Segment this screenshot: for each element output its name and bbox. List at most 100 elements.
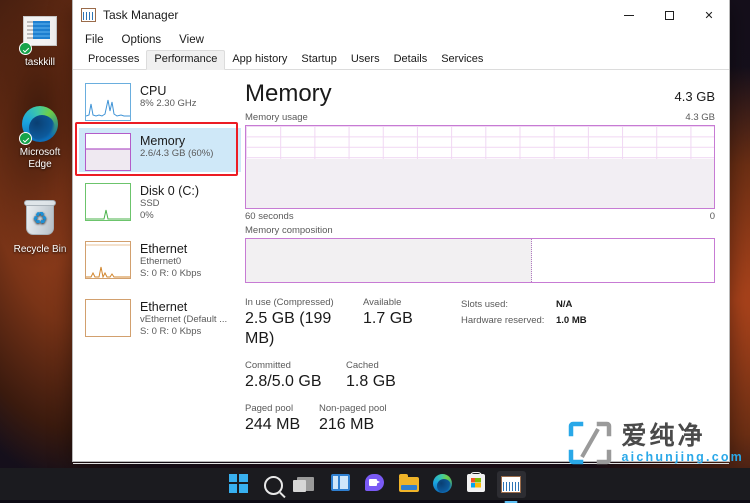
sidebar-item-ethernet-1[interactable]: Ethernet vEthernet (Default ... S: 0 R: … <box>79 294 241 346</box>
page-title: Memory <box>245 80 332 107</box>
stat-label: Slots used: <box>461 299 508 310</box>
stat-value: 1.7 GB <box>363 310 413 327</box>
menu-bar: File Options View <box>73 30 729 50</box>
stat-value: 1.0 MB <box>556 315 587 326</box>
memory-usage-graph <box>245 125 715 209</box>
sidebar-item-sub: vEthernet (Default ... <box>140 314 228 325</box>
document-icon <box>19 16 59 55</box>
memory-stats-left: In use (Compressed) 2.5 GB (199 MB) Avai… <box>245 297 455 446</box>
recycle-bin-icon <box>21 200 59 241</box>
stat-value: 2.8/5.0 GB <box>245 373 322 390</box>
start-button[interactable] <box>228 473 250 495</box>
sidebar-item-sub: 8% 2.30 GHz <box>140 98 197 109</box>
search-button[interactable] <box>263 474 284 495</box>
task-manager-icon <box>500 475 521 493</box>
performance-sidebar: CPU 8% 2.30 GHz Memory 2.6/4.3 GB (60%) <box>73 70 241 463</box>
microsoft-store-button[interactable] <box>466 471 488 495</box>
stat-value: N/A <box>556 299 573 310</box>
menu-item-options[interactable]: Options <box>120 33 164 47</box>
widgets-button[interactable] <box>330 473 352 495</box>
ethernet-mini-graph <box>85 241 131 279</box>
task-manager-button[interactable] <box>496 470 526 498</box>
axis-label-right: 0 <box>709 211 715 222</box>
total-memory-value: 4.3 GB <box>674 89 715 104</box>
edge-button[interactable] <box>432 473 454 495</box>
title-bar[interactable]: Task Manager ✕ <box>73 0 729 30</box>
sidebar-item-sub2: 0% <box>140 209 154 221</box>
memory-usage-fill <box>246 158 714 208</box>
memory-panel: Memory 4.3 GB Memory usage 4.3 GB 60 sec… <box>241 70 729 463</box>
desktop-icon-taskkill[interactable]: taskkill <box>5 12 75 69</box>
sidebar-item-disk-0[interactable]: Disk 0 (C:) SSD 0% <box>79 178 241 230</box>
stat-value: 1.8 GB <box>346 373 396 390</box>
watermark-en: aichunjing.com <box>621 449 744 464</box>
watermark-cn: 爱纯净 <box>621 420 706 450</box>
sidebar-item-sub: SSD <box>140 198 160 209</box>
file-explorer-button[interactable] <box>398 473 420 495</box>
watermark: 爱纯净 aichunjing.com <box>567 420 744 466</box>
window-controls: ✕ <box>609 0 729 30</box>
aichunjing-logo-icon <box>567 420 613 466</box>
tab-details[interactable]: Details <box>387 51 435 69</box>
sidebar-item-ethernet-0[interactable]: Ethernet Ethernet0 S: 0 R: 0 Kbps <box>79 236 241 288</box>
task-view-icon <box>292 476 314 492</box>
cpu-mini-graph <box>85 83 131 121</box>
tab-performance[interactable]: Performance <box>146 50 226 70</box>
minimize-button[interactable] <box>609 0 649 30</box>
task-view-button[interactable] <box>292 474 318 495</box>
stat-value: 216 MB <box>319 416 375 433</box>
maximize-button[interactable] <box>649 0 689 30</box>
stat-hardware-reserved: Hardware reserved: 1.0 MB <box>461 313 587 329</box>
sidebar-item-label: Memory <box>140 134 186 148</box>
store-icon <box>466 471 485 492</box>
stat-slots-used: Slots used: N/A <box>461 297 587 313</box>
task-manager-window: Task Manager ✕ File Options View Process… <box>72 0 730 486</box>
stat-label: Cached <box>346 360 379 371</box>
close-button[interactable]: ✕ <box>689 0 729 30</box>
tab-services[interactable]: Services <box>434 51 490 69</box>
stat-label: Committed <box>245 360 291 371</box>
stat-cached: Cached 1.8 GB <box>346 360 396 392</box>
desktop-icon-label: Recycle Bin <box>13 244 67 255</box>
memory-composition-bar <box>245 238 715 283</box>
window-title: Task Manager <box>103 8 179 22</box>
stat-label: Paged pool <box>245 403 294 414</box>
desktop-icon-label: taskkill <box>24 57 55 68</box>
sidebar-item-sub: 2.6/4.3 GB (60%) <box>140 148 214 159</box>
tab-bar: Processes Performance App history Startu… <box>73 50 729 70</box>
stat-in-use: In use (Compressed) 2.5 GB (199 MB) <box>245 297 363 349</box>
tab-app-history[interactable]: App history <box>225 51 294 69</box>
tab-startup[interactable]: Startup <box>294 51 343 69</box>
close-icon: ✕ <box>704 9 714 22</box>
stat-label: Available <box>363 297 402 308</box>
sidebar-item-memory[interactable]: Memory 2.6/4.3 GB (60%) <box>79 128 241 172</box>
memory-mini-graph <box>85 133 131 171</box>
memory-usage-max: 4.3 GB <box>685 112 715 123</box>
menu-item-file[interactable]: File <box>83 33 106 47</box>
sidebar-item-sub: Ethernet0 <box>140 256 182 267</box>
task-manager-icon <box>81 8 96 22</box>
chat-button[interactable] <box>364 473 386 495</box>
sidebar-item-sub2: S: 0 R: 0 Kbps <box>140 325 202 337</box>
desktop-icon-label: Microsoft Edge <box>19 147 61 170</box>
search-icon <box>263 475 283 495</box>
menu-item-view[interactable]: View <box>177 33 206 47</box>
tab-processes[interactable]: Processes <box>81 51 146 69</box>
stat-available: Available 1.7 GB <box>363 297 413 349</box>
edge-icon <box>432 473 452 493</box>
desktop-icon-recycle-bin[interactable]: Recycle Bin <box>5 200 75 256</box>
minimize-icon <box>624 14 634 16</box>
sidebar-item-sub2: S: 0 R: 0 Kbps <box>140 267 202 279</box>
stat-label: Non-paged pool <box>319 403 387 414</box>
memory-composition-inuse <box>246 239 533 282</box>
widgets-icon <box>330 473 350 491</box>
stat-committed: Committed 2.8/5.0 GB <box>245 360 346 392</box>
tab-users[interactable]: Users <box>344 51 387 69</box>
sidebar-item-cpu[interactable]: CPU 8% 2.30 GHz <box>79 78 241 122</box>
sidebar-item-label: Ethernet <box>140 300 188 314</box>
shortcut-check-badge <box>19 42 32 55</box>
sidebar-item-label: CPU <box>140 84 167 98</box>
desktop-icon-microsoft-edge[interactable]: Microsoft Edge <box>5 105 75 171</box>
stat-value: 2.5 GB (199 MB) <box>245 310 332 347</box>
memory-composition-label: Memory composition <box>245 225 333 236</box>
